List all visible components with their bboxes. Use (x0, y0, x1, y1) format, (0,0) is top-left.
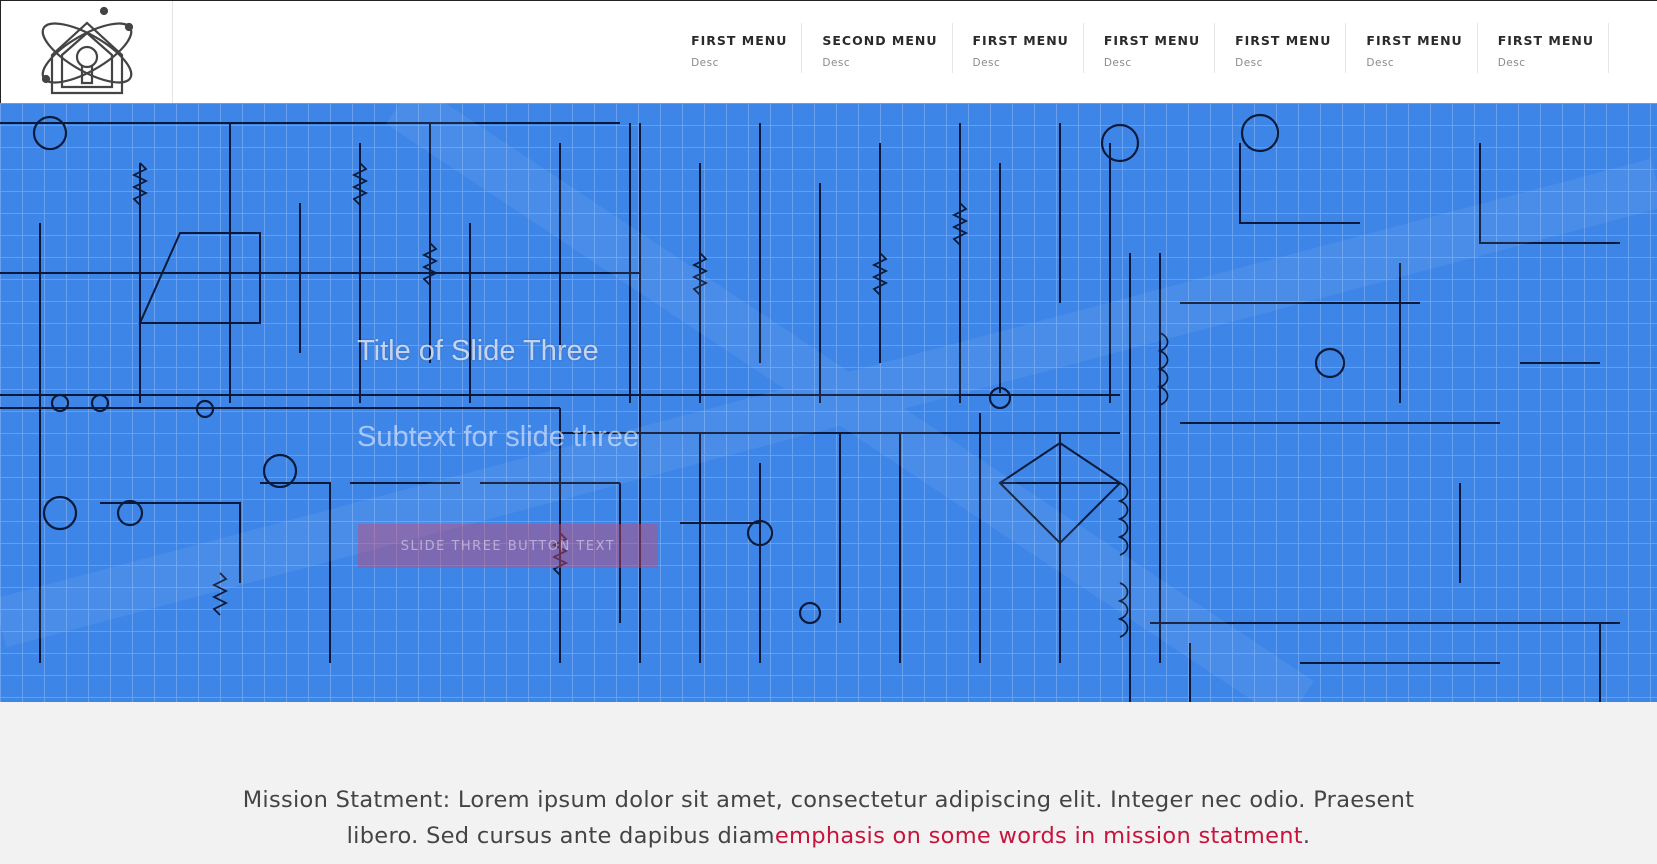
nav-desc: Desc (691, 57, 719, 69)
blueprint-schematic-background (0, 103, 1657, 702)
mission-tail: . (1302, 823, 1311, 849)
logo[interactable] (1, 1, 173, 104)
nav-item-3[interactable]: FIRST MENU Desc (951, 23, 1083, 73)
nav-desc: Desc (1366, 57, 1395, 69)
nav-item-5[interactable]: FIRST MENU Desc (1214, 23, 1345, 73)
nav-item-2[interactable]: SECOND MENU Desc (801, 23, 951, 73)
nav-item-1[interactable]: FIRST MENU Desc (671, 23, 801, 73)
nav-label: FIRST MENU (1235, 33, 1332, 48)
slide-title: Title of Slide Three (357, 335, 599, 367)
nav-label: FIRST MENU (972, 33, 1069, 48)
site-header: FIRST MENU Desc SECOND MENU Desc FIRST M… (0, 0, 1657, 104)
mission-emphasis: emphasis on some words in mission statme… (774, 823, 1303, 849)
nav-desc: Desc (1235, 57, 1263, 69)
nav-label: FIRST MENU (1366, 33, 1463, 48)
nav-item-7[interactable]: FIRST MENU Desc (1476, 23, 1608, 73)
main-nav: FIRST MENU Desc SECOND MENU Desc FIRST M… (671, 23, 1609, 73)
nav-label: FIRST MENU (691, 33, 788, 48)
nav-desc: Desc (822, 57, 851, 69)
mission-section: Mission Statment: Lorem ipsum dolor sit … (0, 702, 1657, 864)
nav-desc: Desc (1497, 57, 1526, 69)
slide-subtext: Subtext for slide three (357, 421, 640, 453)
nav-item-6[interactable]: FIRST MENU Desc (1345, 23, 1476, 73)
nav-desc: Desc (972, 57, 1001, 69)
slide-cta-button[interactable]: SLIDE THREE BUTTON TEXT (358, 524, 658, 568)
nav-label: SECOND MENU (822, 33, 938, 48)
hero-slider: Title of Slide Three Subtext for slide t… (0, 103, 1657, 702)
atom-house-logo-icon (41, 6, 133, 94)
mission-statement: Mission Statment: Lorem ipsum dolor sit … (0, 782, 1657, 854)
nav-label: FIRST MENU (1497, 33, 1594, 48)
nav-desc: Desc (1103, 57, 1132, 69)
nav-item-4[interactable]: FIRST MENU Desc (1082, 23, 1214, 73)
nav-label: FIRST MENU (1103, 33, 1201, 48)
